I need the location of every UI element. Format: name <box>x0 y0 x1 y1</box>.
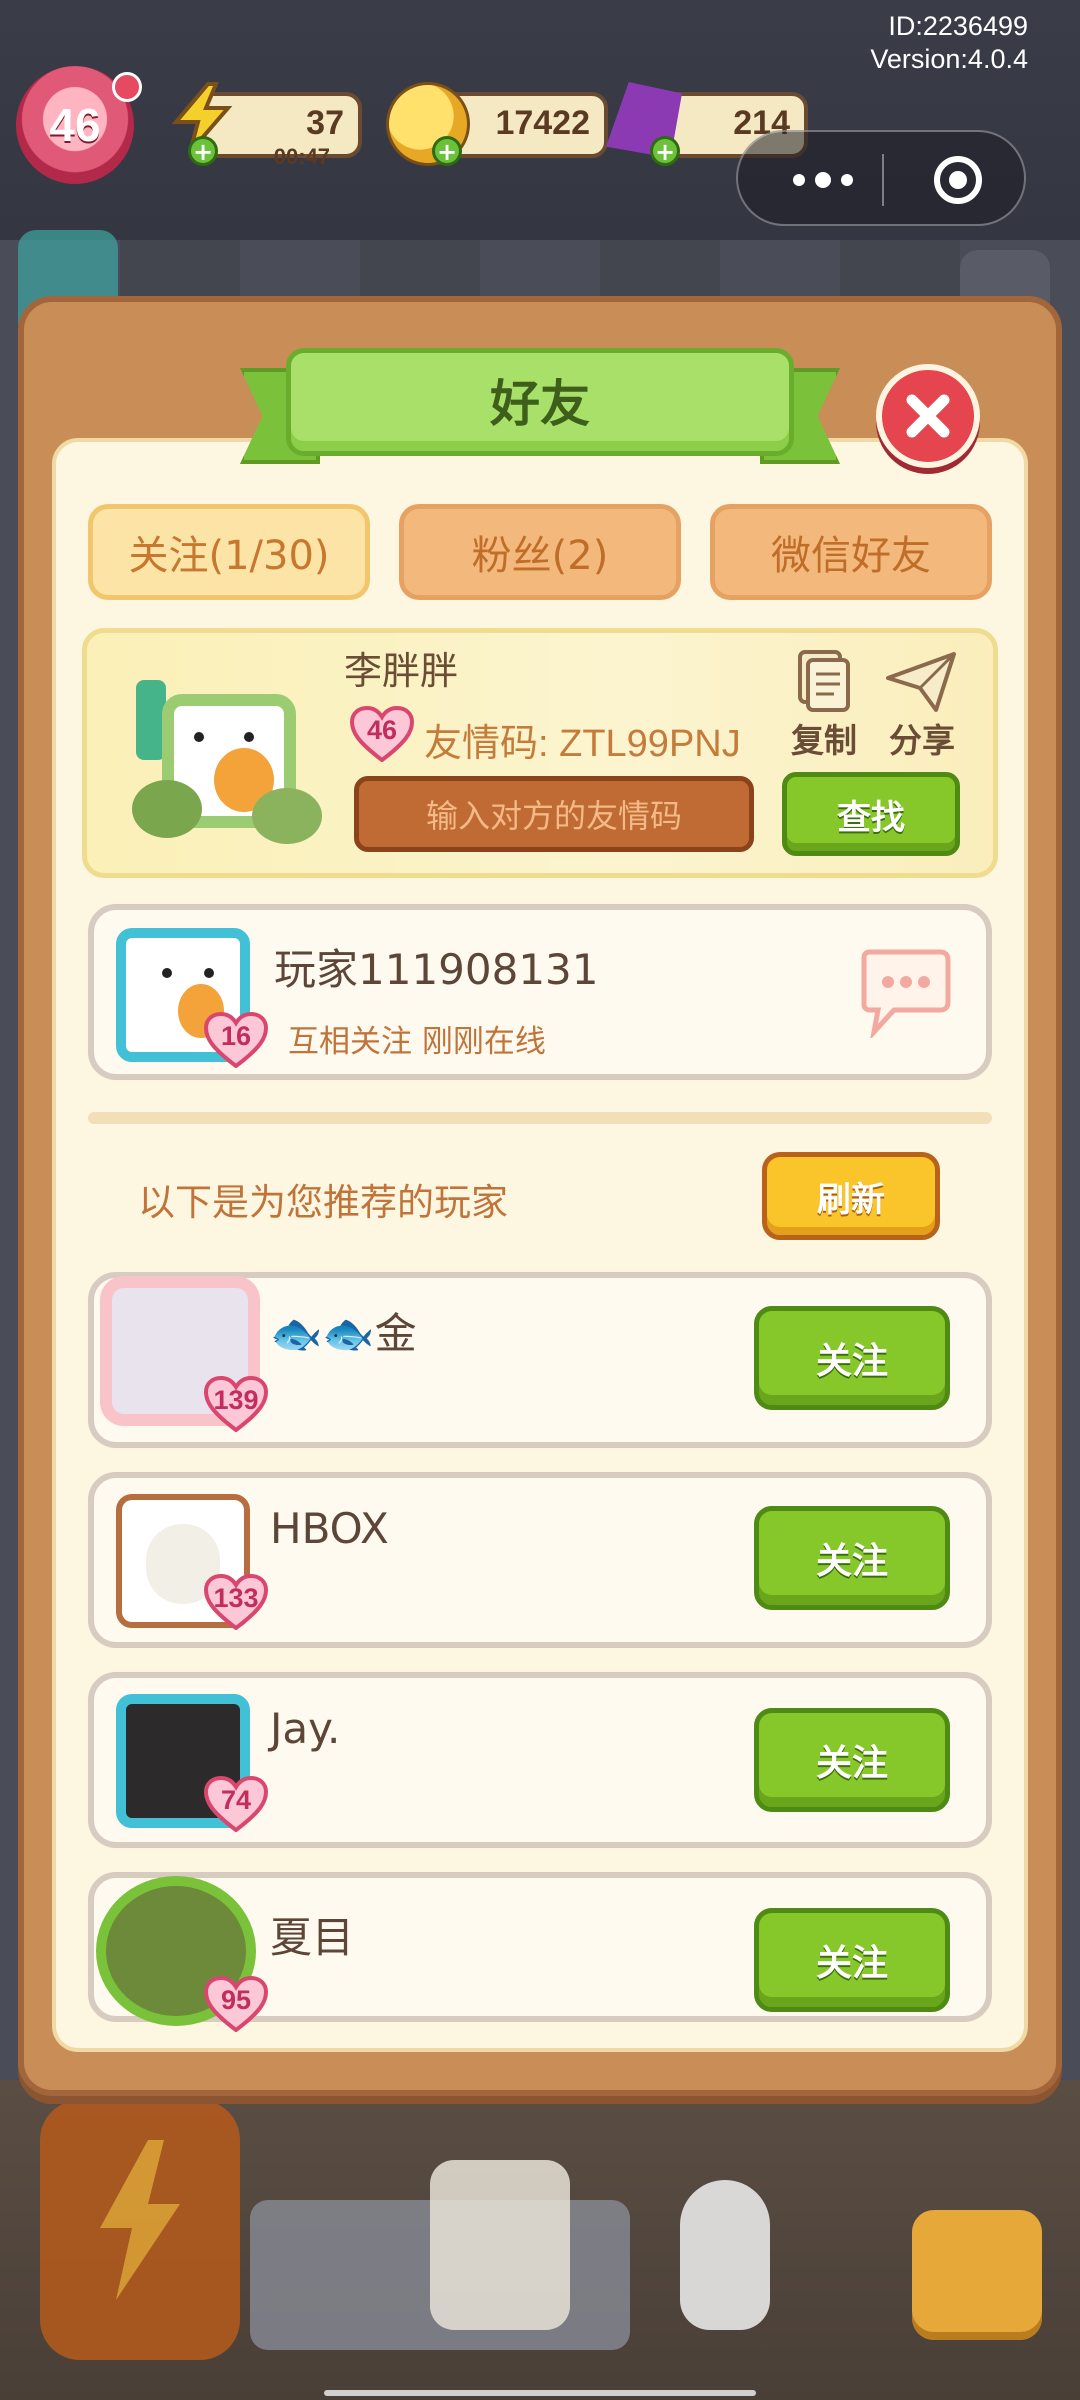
player-level: 46 <box>49 99 101 151</box>
player-id: ID:2236499 <box>888 11 1028 41</box>
friend-code-input[interactable]: 输入对方的友情码 <box>354 776 754 852</box>
find-button[interactable]: 查找 <box>782 772 960 856</box>
close-button[interactable] <box>876 364 980 468</box>
recommended-level: 74 <box>220 1785 252 1815</box>
recommended-level: 133 <box>213 1583 259 1613</box>
tab-wechat-friends[interactable]: 微信好友 <box>710 504 992 600</box>
close-icon <box>906 394 950 438</box>
my-level-heart: 46 <box>349 705 415 763</box>
recommended-level: 139 <box>213 1385 259 1415</box>
coin-value: 17422 <box>495 104 590 142</box>
dialog-title: 好友 <box>490 375 590 433</box>
title-ribbon: 好友 <box>240 348 840 464</box>
recommended-level-heart: 74 <box>203 1775 269 1833</box>
recommended-name: 🐟🐟金 <box>270 1309 417 1358</box>
follow-button[interactable]: 关注 <box>754 1708 950 1812</box>
emote-button[interactable] <box>912 2210 1042 2340</box>
recommended-name: Jay. <box>270 1704 341 1753</box>
share-button[interactable]: 分享 <box>882 648 962 760</box>
leaf-decoration <box>132 780 202 838</box>
version-label: Version:4.0.4 <box>870 44 1028 74</box>
share-label: 分享 <box>889 721 955 760</box>
leaf-decoration <box>252 788 322 844</box>
add-energy-icon[interactable]: + <box>188 136 218 166</box>
lightning-decoration <box>40 2100 240 2360</box>
recommended-level-heart: 133 <box>203 1573 269 1631</box>
tab-fans[interactable]: 粉丝(2) <box>399 504 681 600</box>
friend-name: 玩家111908131 <box>274 945 599 994</box>
copy-button[interactable]: 复制 <box>784 648 864 760</box>
energy-value: 37 <box>306 104 344 142</box>
recommended-level-heart: 139 <box>203 1375 269 1433</box>
follow-button[interactable]: 关注 <box>754 1306 950 1410</box>
paper-plane-icon <box>886 652 956 712</box>
follow-button[interactable]: 关注 <box>754 1506 950 1610</box>
copy-icon <box>798 650 850 712</box>
section-divider <box>88 1112 992 1124</box>
home-indicator[interactable] <box>324 2390 756 2396</box>
eye-icon <box>194 732 204 742</box>
eye-icon <box>244 732 254 742</box>
follow-button[interactable]: 关注 <box>754 1908 950 2012</box>
notification-dot <box>112 72 142 102</box>
recommended-name: 夏目 <box>270 1913 355 1962</box>
energy-timer: 00:47 <box>273 144 330 169</box>
chat-bubble-icon[interactable] <box>856 948 954 1041</box>
friend-code: 友情码: ZTL99PNJ <box>424 723 741 765</box>
tv-robot-decoration <box>430 2160 570 2330</box>
refresh-button[interactable]: 刷新 <box>762 1152 940 1240</box>
eye-icon <box>162 968 172 978</box>
build-info: ID:2236499 Version:4.0.4 <box>870 10 1028 76</box>
friend-level: 16 <box>220 1021 252 1051</box>
recommended-level-heart: 95 <box>203 1975 269 2033</box>
more-options-icon[interactable] <box>778 162 868 198</box>
my-name: 李胖胖 <box>344 649 459 693</box>
capsule-divider <box>882 154 884 206</box>
penguin-character <box>680 2180 770 2330</box>
add-coins-icon[interactable]: + <box>432 136 462 166</box>
copy-label: 复制 <box>791 721 857 760</box>
add-gems-icon[interactable]: + <box>650 136 680 166</box>
recommended-level: 95 <box>220 1985 252 2015</box>
my-avatar[interactable] <box>132 660 322 848</box>
tab-following[interactable]: 关注(1/30) <box>88 504 370 600</box>
recommended-name: HBOX <box>270 1504 389 1553</box>
miniprogram-capsule <box>736 130 1026 226</box>
my-level: 46 <box>366 715 398 745</box>
eye-icon <box>204 968 214 978</box>
friend-level-heart: 16 <box>203 1011 269 1069</box>
recommend-heading: 以下是为您推荐的玩家 <box>138 1181 508 1224</box>
friend-status: 互相关注 刚刚在线 <box>288 1024 546 1060</box>
close-miniprogram-icon[interactable] <box>934 156 982 204</box>
